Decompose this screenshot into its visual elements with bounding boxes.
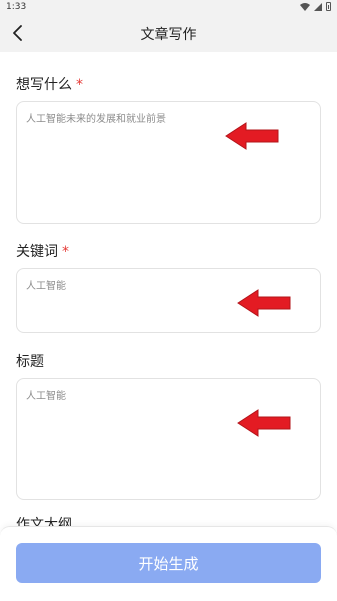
bottom-panel: 开始生成 [0,526,337,601]
status-bar: 1:33 [0,0,337,14]
signal-icon [314,2,322,11]
title-input[interactable]: 人工智能 [16,378,321,500]
red-arrow-icon [225,122,279,150]
required-mark: * [76,77,83,93]
page-title: 文章写作 [140,27,197,43]
battery-icon [326,2,331,11]
nav-bar: 文章写作 [0,14,337,52]
topic-label-text: 想写什么 [16,77,72,93]
title-label-text: 标题 [16,354,44,370]
red-arrow-icon [237,409,291,437]
topic-input[interactable]: 人工智能未来的发展和就业前景 [16,101,321,224]
status-icons [300,2,331,11]
required-mark: * [62,244,69,260]
topic-label: 想写什么 * [16,74,83,94]
wifi-icon [300,2,310,11]
topic-input-text: 人工智能未来的发展和就业前景 [26,114,166,125]
status-time: 1:33 [6,2,27,12]
keywords-input-text: 人工智能 [26,281,66,292]
title-label: 标题 [16,351,44,371]
keywords-label-text: 关键词 [16,244,58,260]
keywords-label: 关键词 * [16,241,69,261]
start-generate-button[interactable]: 开始生成 [16,543,321,583]
title-input-text: 人工智能 [26,391,66,402]
red-arrow-icon [237,289,291,317]
